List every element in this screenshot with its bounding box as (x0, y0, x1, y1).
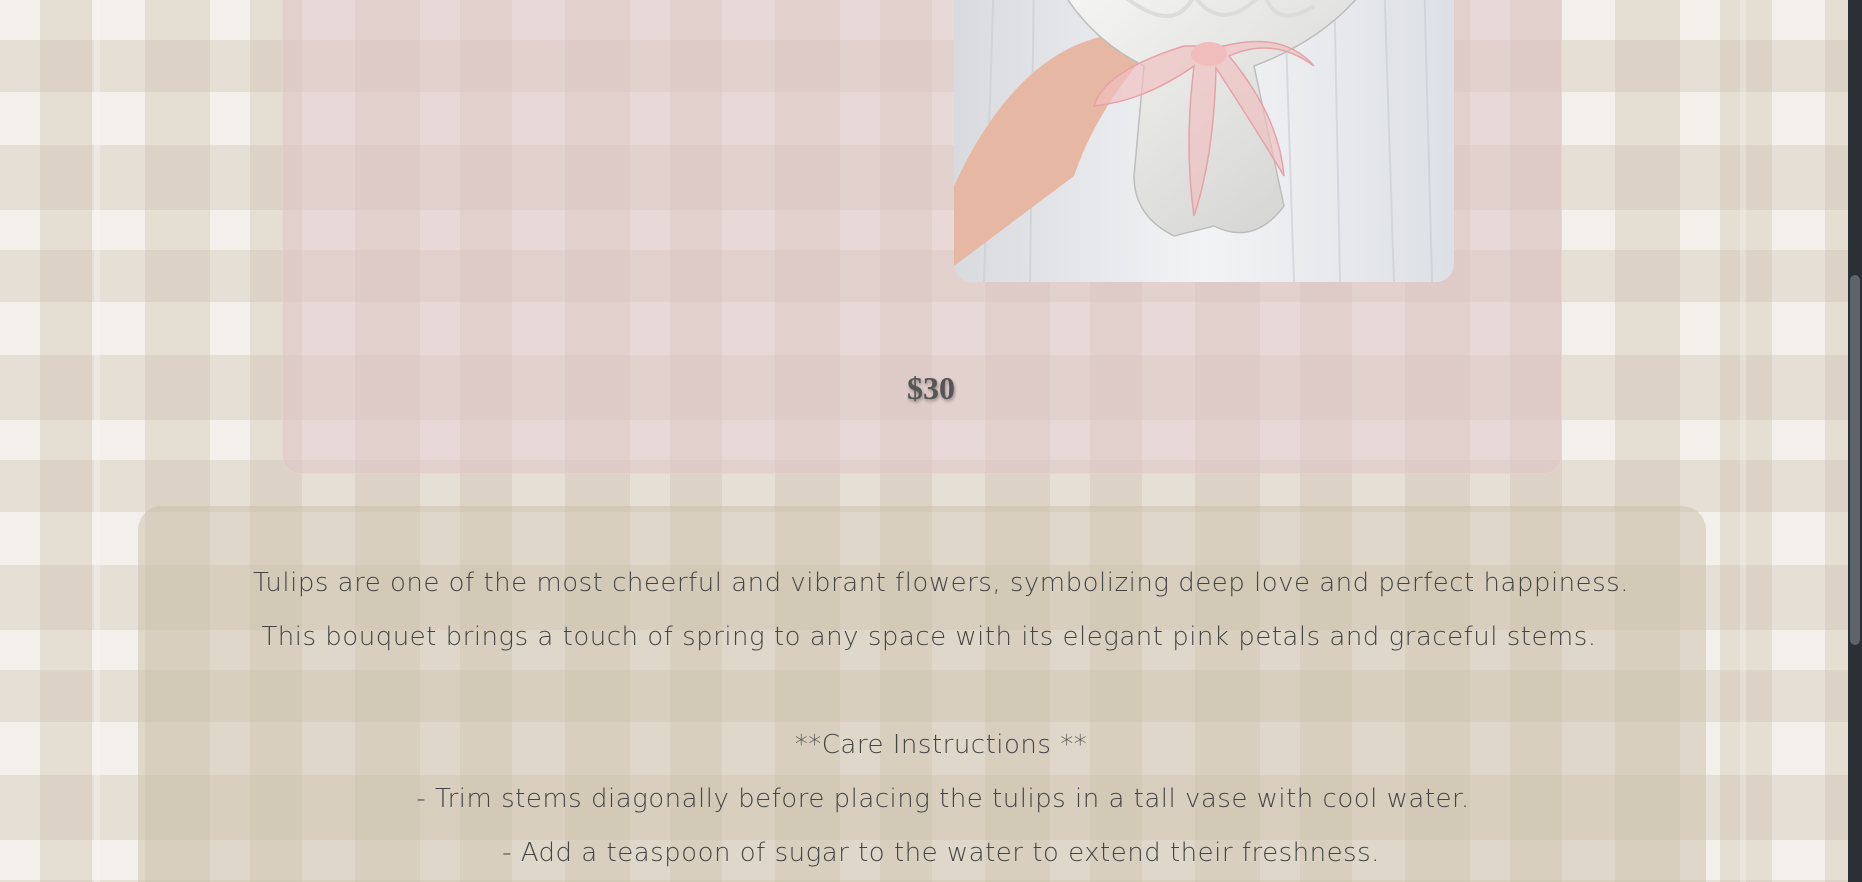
page-scrollbar[interactable] (1848, 0, 1862, 882)
description-line-1: Tulips are one of the most cheerful and … (253, 568, 1629, 598)
scrollbar-thumb[interactable] (1850, 275, 1860, 645)
product-price: $30 (907, 370, 955, 406)
care-instruction-item: - Trim stems diagonally before placing t… (416, 784, 1470, 814)
care-instruction-item: - Add a teaspoon of sugar to the water t… (502, 838, 1380, 868)
description-card (138, 506, 1706, 882)
description-line-2: This bouquet brings a touch of spring to… (261, 622, 1597, 652)
product-image[interactable] (954, 0, 1454, 282)
bouquet-photo (954, 0, 1454, 282)
care-instructions-heading: **Care Instructions ** (794, 730, 1088, 760)
